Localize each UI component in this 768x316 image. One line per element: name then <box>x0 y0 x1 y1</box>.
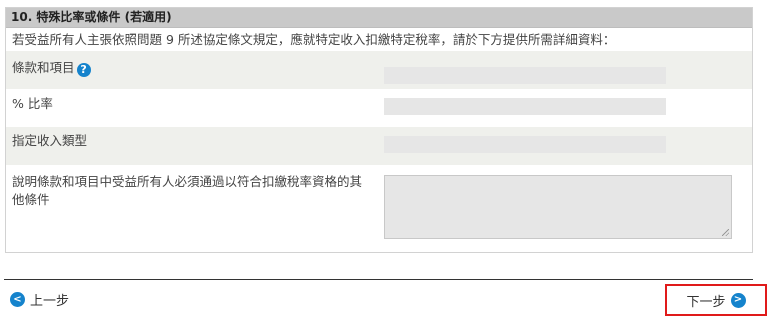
rate-label: % 比率 <box>12 96 53 111</box>
clause-label: 條款和項目 <box>12 60 75 75</box>
special-rates-section: 10. 特殊比率或條件 (若適用) 若受益所有人主張依照問題 9 所述協定條文規… <box>5 7 753 253</box>
chevron-left-icon: < <box>10 292 25 307</box>
footer-divider <box>4 279 753 280</box>
next-step-button[interactable]: 下一步 > <box>665 284 767 316</box>
income-type-row: 指定收入類型 <box>6 127 752 165</box>
chevron-right-icon: > <box>730 292 746 308</box>
next-step-label: 下一步 <box>686 294 726 310</box>
conditions-row: 說明條款和項目中受益所有人必須通過以符合扣繳稅率資格的其他條件 <box>6 165 752 252</box>
previous-step-label: 上一步 <box>30 294 70 309</box>
clause-label-wrap: 條款和項目? <box>12 59 91 77</box>
clause-row: 條款和項目? <box>6 51 752 89</box>
income-type-input[interactable] <box>384 136 666 153</box>
rate-row: % 比率 <box>6 89 752 127</box>
section-intro: 若受益所有人主張依照問題 9 所述協定條文規定，應就特定收入扣繳特定稅率，請於下… <box>12 32 616 47</box>
resize-handle[interactable] <box>722 229 729 236</box>
rate-input[interactable] <box>384 98 666 115</box>
conditions-textarea[interactable] <box>384 175 732 239</box>
conditions-label: 說明條款和項目中受益所有人必須通過以符合扣繳稅率資格的其他條件 <box>12 174 363 207</box>
help-icon[interactable]: ? <box>76 63 91 77</box>
section-title: 10. 特殊比率或條件 (若適用) <box>6 8 752 28</box>
clause-input[interactable] <box>384 67 666 84</box>
previous-step-button[interactable]: < 上一步 <box>10 290 69 309</box>
income-type-label: 指定收入類型 <box>12 133 88 148</box>
